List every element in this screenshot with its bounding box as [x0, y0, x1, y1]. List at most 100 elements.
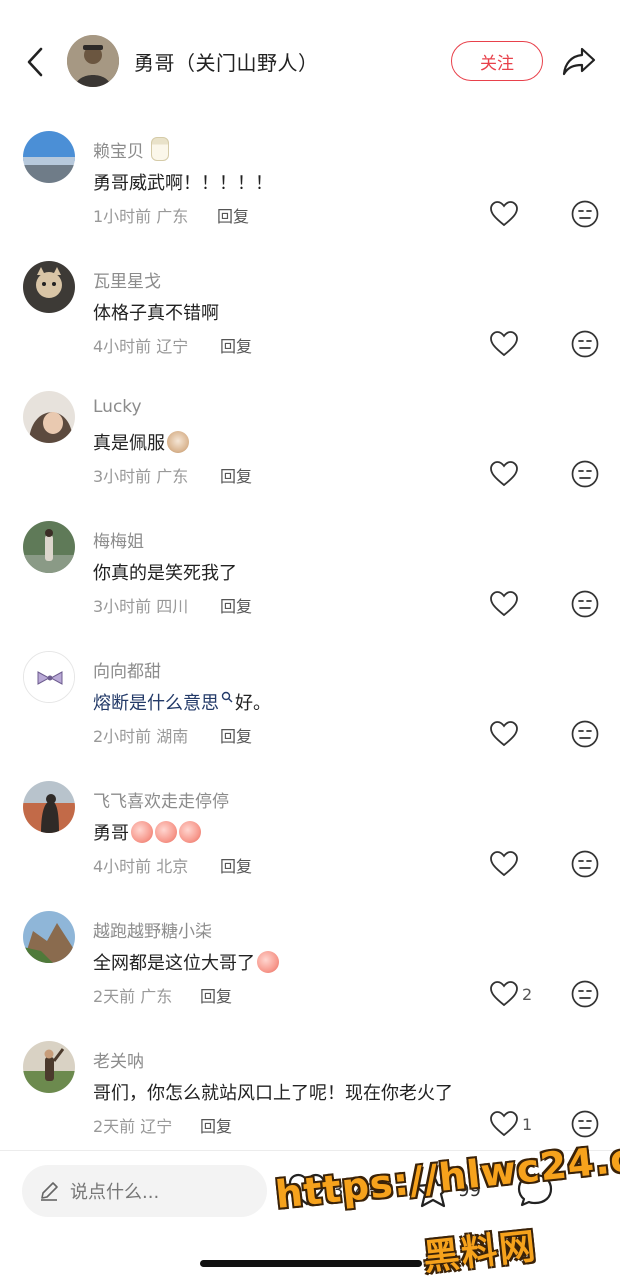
- comment-input-placeholder: 说点什么...: [70, 1182, 160, 1203]
- peach-emoji-icon: [131, 821, 153, 843]
- comment-meta: 2小时前 湖南: [93, 727, 189, 746]
- comment-count-button[interactable]: [516, 1170, 560, 1210]
- like-button[interactable]: [490, 459, 522, 489]
- comment-meta: 2天前 辽宁: [93, 1117, 173, 1136]
- emoji-reaction-icon[interactable]: [570, 849, 600, 879]
- heart-icon: [490, 591, 518, 617]
- peach-emoji-icon: [257, 951, 279, 973]
- commenter-name[interactable]: 老关呐: [93, 1047, 144, 1072]
- like-button[interactable]: [490, 199, 522, 229]
- pencil-icon: [41, 1182, 58, 1201]
- back-button[interactable]: [20, 42, 50, 82]
- comment-item: 老关呐 哥们，你怎么就站风口上了呢！现在你老火了 2天前 辽宁 回复 1: [0, 1041, 620, 1171]
- reply-button[interactable]: 回复: [220, 723, 252, 747]
- heart-icon: [490, 851, 518, 877]
- author-name[interactable]: 勇哥（关门山野人）: [134, 47, 319, 76]
- commenter-avatar[interactable]: [23, 261, 75, 313]
- watermark-brand: 黑料网: [421, 1226, 540, 1279]
- comment-meta: 3小时前 广东: [93, 467, 189, 486]
- emoji-reaction-icon[interactable]: [570, 199, 600, 229]
- reply-button[interactable]: 回复: [200, 983, 232, 1007]
- commenter-name[interactable]: 梅梅姐: [93, 527, 144, 552]
- comment-text[interactable]: 勇哥: [93, 819, 201, 845]
- like-count: 2: [522, 984, 533, 1004]
- emoji-reaction-icon[interactable]: [570, 979, 600, 1009]
- like-button[interactable]: [490, 849, 522, 879]
- emoji-reaction-icon[interactable]: [570, 589, 600, 619]
- comment-text[interactable]: 熔断是什么意思 好。: [93, 689, 271, 715]
- comment-text[interactable]: 你真的是笑死我了: [93, 559, 237, 585]
- reply-button[interactable]: 回复: [220, 853, 252, 877]
- star-icon: [414, 1172, 452, 1208]
- commenter-avatar[interactable]: [23, 391, 75, 443]
- search-icon: [221, 691, 233, 703]
- comment-item: 瓦里星戈 体格子真不错啊 4小时前 辽宁 回复: [0, 261, 620, 391]
- like-button[interactable]: [490, 719, 522, 749]
- commenter-avatar[interactable]: [23, 521, 75, 573]
- reply-button[interactable]: 回复: [200, 1113, 232, 1137]
- emoji-reaction-icon[interactable]: [570, 459, 600, 489]
- baby-bottle-emoji-icon: [151, 137, 170, 161]
- heart-icon: [288, 1173, 326, 1206]
- bottom-divider: [0, 1150, 620, 1151]
- emoji-reaction-icon[interactable]: [570, 719, 600, 749]
- commenter-name[interactable]: 瓦里星戈: [93, 267, 161, 292]
- reply-button[interactable]: 回复: [220, 463, 252, 487]
- peach-emoji-icon: [155, 821, 177, 843]
- commenter-avatar[interactable]: [23, 1041, 75, 1093]
- like-button[interactable]: [490, 589, 522, 619]
- comment-meta: 2天前 广东: [93, 987, 173, 1006]
- commenter-avatar[interactable]: [23, 911, 75, 963]
- heart-icon: [490, 1111, 518, 1137]
- like-post-count: 3543: [332, 1179, 378, 1201]
- emoji-reaction-icon[interactable]: [570, 1109, 600, 1139]
- comment-meta: 4小时前 辽宁: [93, 337, 189, 356]
- heart-icon: [490, 201, 518, 227]
- heart-icon: [490, 331, 518, 357]
- like-button[interactable]: 1: [490, 1109, 532, 1139]
- share-arrow-icon: [562, 47, 596, 76]
- reply-button[interactable]: 回复: [220, 333, 252, 357]
- collect-count: 99: [458, 1179, 481, 1201]
- comment-bubble-icon: [517, 1173, 553, 1207]
- follow-button[interactable]: 关注: [451, 41, 543, 81]
- comment-item: 赖宝贝 勇哥威武啊！！！！！ 1小时前 广东 回复: [0, 131, 620, 261]
- comment-item: 梅梅姐 你真的是笑死我了 3小时前 四川 回复: [0, 521, 620, 651]
- top-nav-bar: 勇哥（关门山野人） 关注: [0, 0, 620, 110]
- chevron-left-icon: [27, 47, 43, 77]
- commenter-avatar[interactable]: [23, 781, 75, 833]
- comment-text[interactable]: 真是佩服: [93, 429, 189, 455]
- share-button[interactable]: [560, 43, 598, 79]
- search-keyword-link[interactable]: 熔断是什么意思: [93, 693, 219, 714]
- comment-item: 越跑越野糖小柒 全网都是这位大哥了 2天前 广东 回复 2: [0, 911, 620, 1041]
- commenter-name[interactable]: 飞飞喜欢走走停停: [93, 787, 229, 812]
- comment-item: 飞飞喜欢走走停停 勇哥 4小时前 北京 回复: [0, 781, 620, 911]
- heart-icon: [490, 721, 518, 747]
- reply-button[interactable]: 回复: [217, 203, 249, 227]
- like-button[interactable]: [490, 329, 522, 359]
- like-post-button[interactable]: 3543: [288, 1170, 378, 1210]
- reply-button[interactable]: 回复: [220, 593, 252, 617]
- comment-input[interactable]: 说点什么...: [22, 1165, 267, 1217]
- comment-text[interactable]: 全网都是这位大哥了: [93, 949, 279, 975]
- commenter-name[interactable]: Lucky: [93, 397, 142, 417]
- commenter-name[interactable]: 赖宝贝: [93, 137, 170, 162]
- commenter-name[interactable]: 越跑越野糖小柒: [93, 917, 212, 942]
- comment-text[interactable]: 勇哥威武啊！！！！！: [93, 169, 273, 195]
- commenter-avatar[interactable]: [23, 131, 75, 183]
- like-button[interactable]: 2: [490, 979, 532, 1009]
- comment-text[interactable]: 哥们，你怎么就站风口上了呢！现在你老火了: [93, 1079, 453, 1105]
- collect-button[interactable]: 99: [414, 1170, 481, 1210]
- peach-emoji-icon: [179, 821, 201, 843]
- emoji-reaction-icon[interactable]: [570, 329, 600, 359]
- commenter-avatar[interactable]: [23, 651, 75, 703]
- comment-meta: 4小时前 北京: [93, 857, 189, 876]
- commenter-name[interactable]: 向向都甜: [93, 657, 161, 682]
- heart-icon: [490, 461, 518, 487]
- home-indicator[interactable]: [200, 1260, 422, 1267]
- comment-text[interactable]: 体格子真不错啊: [93, 299, 219, 325]
- cat-emoji-icon: [167, 431, 189, 453]
- heart-icon: [490, 981, 518, 1007]
- comment-item: 向向都甜 熔断是什么意思 好。 2小时前 湖南 回复: [0, 651, 620, 781]
- author-avatar[interactable]: [67, 35, 119, 87]
